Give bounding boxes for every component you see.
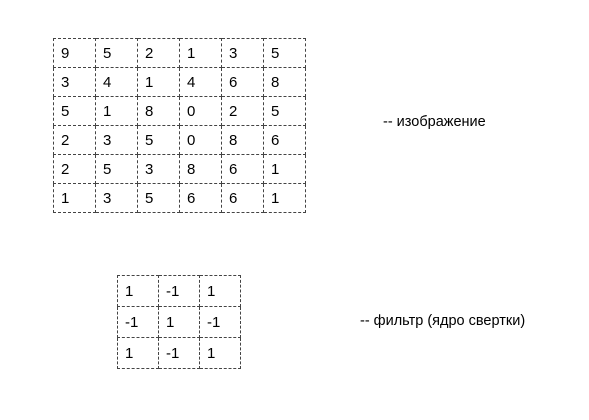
image-matrix-cell: 2 — [137, 38, 180, 68]
image-matrix-cell: 1 — [137, 67, 180, 97]
image-matrix-cell: 1 — [179, 38, 222, 68]
image-matrix-cell: 6 — [263, 125, 306, 155]
kernel-matrix-cell: -1 — [117, 306, 159, 338]
image-matrix-row: 135661 — [53, 183, 306, 213]
image-matrix-cell: 1 — [53, 183, 96, 213]
image-matrix-row: 253861 — [53, 154, 306, 184]
image-matrix-cell: 3 — [137, 154, 180, 184]
kernel-matrix-row: 1 -1 1 — [117, 275, 241, 307]
image-matrix-cell: 3 — [95, 125, 138, 155]
image-matrix-cell: 2 — [221, 96, 264, 126]
image-matrix-cell: 5 — [95, 154, 138, 184]
image-matrix-row: 341468 — [53, 67, 306, 97]
kernel-matrix-cell: 1 — [117, 337, 159, 369]
kernel-matrix-row: -1 1 -1 — [117, 306, 241, 338]
image-matrix-cell: 2 — [53, 125, 96, 155]
image-matrix-cell: 1 — [263, 154, 306, 184]
image-matrix-row: 518025 — [53, 96, 306, 126]
image-matrix-cell: 9 — [53, 38, 96, 68]
image-matrix-cell: 8 — [221, 125, 264, 155]
image-matrix-cell: 4 — [95, 67, 138, 97]
image-matrix-cell: 1 — [95, 96, 138, 126]
image-matrix-cell: 0 — [179, 96, 222, 126]
kernel-matrix-body: 1 -1 1 -1 1 -1 1 -1 1 — [117, 275, 241, 369]
image-matrix-cell: 5 — [137, 183, 180, 213]
image-matrix-cell: 6 — [179, 183, 222, 213]
image-matrix-cell: 6 — [221, 154, 264, 184]
image-matrix-cell: 8 — [179, 154, 222, 184]
kernel-matrix-label: -- фильтр (ядро свертки) — [360, 313, 526, 329]
kernel-matrix-cell: -1 — [199, 306, 241, 338]
kernel-matrix-cell: 1 — [199, 337, 241, 369]
image-matrix-cell: 5 — [137, 125, 180, 155]
image-matrix-cell: 3 — [95, 183, 138, 213]
image-matrix-cell: 2 — [53, 154, 96, 184]
kernel-matrix-cell: -1 — [158, 337, 200, 369]
kernel-matrix-cell: 1 — [199, 275, 241, 307]
image-matrix-cell: 1 — [263, 183, 306, 213]
kernel-matrix-cell: 1 — [158, 306, 200, 338]
image-matrix-cell: 5 — [263, 96, 306, 126]
image-matrix-cell: 4 — [179, 67, 222, 97]
kernel-matrix-cell: -1 — [158, 275, 200, 307]
image-matrix-cell: 0 — [179, 125, 222, 155]
image-matrix-row: 235086 — [53, 125, 306, 155]
image-matrix-row: 952135 — [53, 38, 306, 68]
kernel-matrix-cell: 1 — [117, 275, 159, 307]
image-matrix-cell: 6 — [221, 67, 264, 97]
image-matrix: 952135341468518025235086253861135661 — [53, 38, 306, 213]
image-matrix-body: 952135341468518025235086253861135661 — [53, 38, 306, 213]
image-matrix-cell: 6 — [221, 183, 264, 213]
image-matrix-cell: 3 — [221, 38, 264, 68]
image-matrix-cell: 5 — [95, 38, 138, 68]
image-matrix-cell: 8 — [263, 67, 306, 97]
kernel-matrix-row: 1 -1 1 — [117, 337, 241, 369]
image-matrix-cell: 5 — [263, 38, 306, 68]
image-matrix-label: -- изображение — [383, 114, 486, 130]
image-matrix-cell: 8 — [137, 96, 180, 126]
image-matrix-cell: 5 — [53, 96, 96, 126]
image-matrix-cell: 3 — [53, 67, 96, 97]
kernel-matrix: 1 -1 1 -1 1 -1 1 -1 1 — [117, 275, 241, 369]
